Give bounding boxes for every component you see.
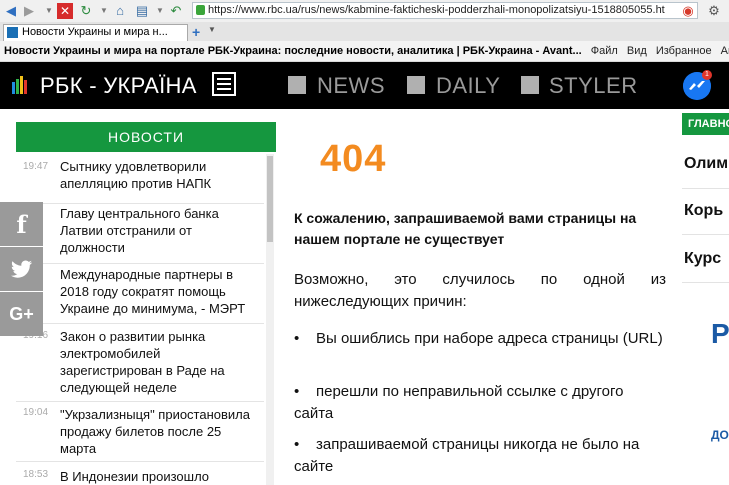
- news-item[interactable]: Международные партнеры в 2018 году сокра…: [16, 264, 264, 324]
- news-item[interactable]: 19:16 Закон о развитии рынка электромоби…: [16, 326, 264, 402]
- nav-news[interactable]: NEWS: [317, 73, 385, 99]
- right-promo-letter[interactable]: Р: [711, 318, 729, 350]
- news-time: 18:53: [23, 469, 49, 480]
- news-time: 19:47: [23, 161, 49, 172]
- rbc-logo-icon[interactable]: [12, 76, 30, 94]
- nav-daily[interactable]: DAILY: [436, 73, 500, 99]
- reason-text: запрашиваемой страницы никогда не было н…: [294, 436, 640, 475]
- news-title[interactable]: В Индонезии произошло: [60, 468, 260, 485]
- new-tab-button[interactable]: +: [192, 24, 200, 40]
- news-item[interactable]: Главу центрального банка Латвии отстрани…: [16, 204, 264, 264]
- nav-styler[interactable]: STYLER: [549, 73, 638, 99]
- news-scrollbar-thumb[interactable]: [267, 156, 273, 242]
- favorites-dropdown-icon[interactable]: ▼: [152, 3, 168, 19]
- new-tab-dropdown-icon[interactable]: ▼: [208, 25, 216, 34]
- news-column-heading[interactable]: НОВОСТИ: [16, 122, 276, 152]
- url-text: https://www.rbc.ua/rus/news/kabmine-fakt…: [208, 4, 665, 16]
- main-news-badge[interactable]: ГЛАВНОЕ: [682, 113, 729, 135]
- settings-gear-icon[interactable]: ⚙: [706, 3, 722, 19]
- news-title[interactable]: "Укрзализныця" приостановила продажу бил…: [60, 406, 260, 457]
- bullet-icon: •: [294, 330, 300, 347]
- address-bar[interactable]: https://www.rbc.ua/rus/news/kabmine-fakt…: [192, 2, 698, 19]
- facebook-share-icon[interactable]: f: [0, 202, 43, 246]
- bullet-icon: •: [294, 383, 300, 400]
- menu-favorites[interactable]: Избранное: [656, 45, 712, 57]
- divider: [682, 234, 729, 235]
- window-title-bar: Новости Украины и мира на портале РБК-Ук…: [0, 41, 729, 62]
- news-title[interactable]: Закон о развитии рынка электромобилей за…: [60, 328, 260, 396]
- home-icon[interactable]: ⌂: [112, 3, 128, 19]
- menu-file[interactable]: Файл: [591, 45, 618, 57]
- right-news-title[interactable]: Курс: [684, 250, 721, 268]
- browser-tab[interactable]: Новости Украины и мира н...: [3, 24, 188, 41]
- forward-arrow-icon[interactable]: ▶: [21, 3, 37, 19]
- google-plus-share-icon[interactable]: G+: [0, 292, 43, 336]
- news-item[interactable]: 19:47 Сытнику удовлетворили апелляцию пр…: [16, 158, 264, 204]
- messenger-badge: 1: [702, 70, 712, 80]
- news-time: 19:04: [23, 407, 49, 418]
- divider: [682, 188, 729, 189]
- reason-item: • перешли по неправильной ссылке с другог…: [294, 381, 666, 425]
- rbc-favicon-icon: [7, 27, 18, 38]
- menu-autofill[interactable]: Автозапо: [721, 45, 729, 57]
- reason-item: • запрашиваемой страницы никогда не было …: [294, 434, 666, 478]
- twitter-share-icon[interactable]: [0, 247, 43, 291]
- browser-toolbar: ◀ ▶ ▼ ✕ ↻ ▼ ⌂ ▤ ▼ ↶ https://www.rbc.ua/r…: [0, 0, 729, 23]
- reason-text: Вы ошиблись при наборе адреса страницы (…: [316, 330, 663, 347]
- right-news-title[interactable]: Олим: [684, 155, 728, 173]
- news-title[interactable]: Международные партнеры в 2018 году сокра…: [60, 266, 260, 317]
- undo-icon[interactable]: ↶: [168, 3, 184, 19]
- right-promo-text[interactable]: ДО: [711, 428, 729, 442]
- menu-view[interactable]: Вид: [627, 45, 647, 57]
- back-arrow-icon[interactable]: ◀: [3, 3, 19, 19]
- news-title[interactable]: Сытнику удовлетворили апелляцию против Н…: [60, 158, 260, 192]
- refresh-icon[interactable]: ↻: [78, 3, 94, 19]
- error-message: К сожалению, запрашиваемой вами страницы…: [294, 210, 637, 247]
- news-square-icon: [288, 76, 306, 94]
- stop-icon[interactable]: ✕: [57, 3, 73, 19]
- error-code: 404: [320, 138, 387, 180]
- news-title[interactable]: Главу центрального банка Латвии отстрани…: [60, 205, 260, 256]
- dropdown-icon[interactable]: ▼: [41, 3, 57, 19]
- bullet-icon: •: [294, 436, 300, 453]
- reason-text: перешли по неправильной ссылке с другого…: [294, 383, 624, 422]
- hamburger-menu-icon[interactable]: [212, 72, 236, 96]
- daily-square-icon: [407, 76, 425, 94]
- favorites-icon[interactable]: ▤: [134, 3, 150, 19]
- reason-item: • Вы ошиблись при наборе адреса страницы …: [294, 328, 666, 350]
- error-possible-reasons-intro: Возможно, это случилось по одной из ниже…: [294, 271, 666, 310]
- refresh-dropdown-icon[interactable]: ▼: [96, 3, 112, 19]
- news-item[interactable]: 19:04 "Укрзализныця" приостановила прода…: [16, 404, 264, 462]
- tab-title: Новости Украины и мира н...: [22, 26, 168, 38]
- styler-square-icon: [521, 76, 539, 94]
- secure-lock-icon: [196, 5, 205, 15]
- site-logo-text[interactable]: РБК - УКРАЇНА: [40, 73, 197, 99]
- news-item[interactable]: 18:53 В Индонезии произошло: [16, 466, 264, 485]
- chrome-frame-icon[interactable]: ◉: [680, 3, 696, 19]
- divider: [682, 282, 729, 283]
- window-title: Новости Украины и мира на портале РБК-Ук…: [4, 45, 582, 57]
- right-news-title[interactable]: Корь: [684, 202, 723, 220]
